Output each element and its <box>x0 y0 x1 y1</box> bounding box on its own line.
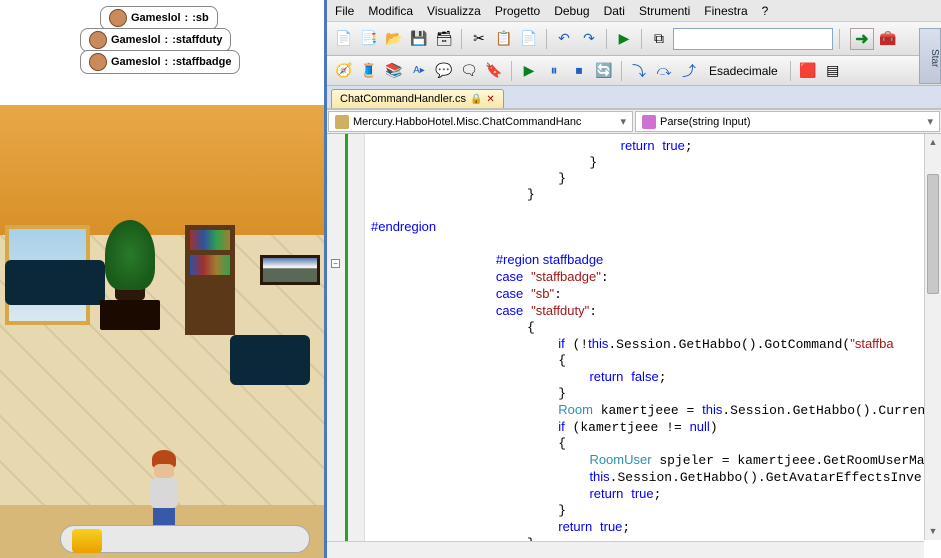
scroll-up-icon[interactable]: ▲ <box>925 134 941 151</box>
game-room[interactable] <box>0 105 324 505</box>
separator <box>621 61 622 81</box>
open-icon[interactable]: 📂 <box>383 28 405 50</box>
outline-collapse-icon[interactable]: − <box>331 259 340 268</box>
menu-file[interactable]: File <box>335 4 354 18</box>
chat-bubble: Gameslol: :staffbadge <box>80 50 240 74</box>
az-sort-icon[interactable]: A▸ <box>408 60 430 82</box>
pause-icon[interactable]: ⏸ <box>543 60 565 82</box>
redo-icon[interactable]: ↷ <box>578 28 600 50</box>
solution-config-icon[interactable]: ⧉ <box>648 28 670 50</box>
menubar: File Modifica Visualizza Progetto Debug … <box>327 0 941 22</box>
method-dropdown[interactable]: Parse(string Input) <box>635 111 940 132</box>
code-editor[interactable]: − return true; } } } #endregion #region … <box>327 134 941 558</box>
separator <box>461 29 462 49</box>
side-panel-tab[interactable]: Star <box>919 28 941 84</box>
avatar-head-icon <box>89 31 107 49</box>
picture-furniture <box>260 255 320 285</box>
nav-bar: Mercury.HabboHotel.Misc.ChatCommandHanc … <box>327 110 941 134</box>
chat-user: Gameslol <box>111 34 161 46</box>
step-over-icon[interactable]: ⤼ <box>653 60 675 82</box>
scroll-down-icon[interactable]: ▼ <box>925 523 941 540</box>
code-content[interactable]: return true; } } } #endregion #region st… <box>365 134 941 558</box>
sofa-furniture <box>5 260 105 305</box>
vertical-scrollbar[interactable]: ▲ ▼ <box>924 134 941 540</box>
save-all-icon[interactable]: 🗃 <box>433 28 455 50</box>
menu-debug[interactable]: Debug <box>554 4 589 18</box>
cut-icon[interactable]: ✂ <box>468 28 490 50</box>
player-avatar[interactable] <box>145 450 183 525</box>
chat-user: Gameslol <box>131 12 181 24</box>
thread-icon[interactable]: 🧵 <box>358 60 380 82</box>
new-project-icon[interactable]: 📄 <box>333 28 355 50</box>
table-furniture <box>100 300 160 330</box>
toolbar-debug: 🧭 🧵 📚 A▸ 💬 🗨 🔖 ▶ ⏸ ⏹ 🔄 ⤵ ⤼ ⤴ Esadecimale… <box>327 56 941 86</box>
comment-icon[interactable]: 💬 <box>433 60 455 82</box>
menu-window[interactable]: Finestra <box>704 4 747 18</box>
stack-icon[interactable]: 📚 <box>383 60 405 82</box>
sofa2-furniture <box>230 335 310 385</box>
add-item-icon[interactable]: 📑 <box>358 28 380 50</box>
menu-project[interactable]: Progetto <box>495 4 540 18</box>
restart-icon[interactable]: 🔄 <box>593 60 615 82</box>
avatar-head-icon <box>109 9 127 27</box>
horizontal-scrollbar[interactable] <box>327 541 924 558</box>
separator <box>839 29 840 49</box>
class-icon <box>335 115 349 129</box>
class-name: Mercury.HabboHotel.Misc.ChatCommandHanc <box>353 116 581 128</box>
menu-view[interactable]: Visualizza <box>427 4 481 18</box>
plant-furniture <box>100 220 150 300</box>
class-dropdown[interactable]: Mercury.HabboHotel.Misc.ChatCommandHanc <box>328 111 633 132</box>
separator <box>546 29 547 49</box>
toolbox-icon[interactable]: 🧰 <box>877 28 899 50</box>
toolbar-main: 📄 📑 📂 💾 🗃 ✂ 📋 📄 ↶ ↷ ▶ ⧉ ➜ 🧰 <box>327 22 941 56</box>
chat-user: Gameslol <box>111 56 161 68</box>
tab-filename: ChatCommandHandler.cs <box>340 93 466 105</box>
start-debug-icon[interactable]: ▶ <box>613 28 635 50</box>
chat-bubble: Gameslol: :staffduty <box>80 28 231 52</box>
menu-edit[interactable]: Modifica <box>368 4 413 18</box>
paste-icon[interactable]: 📄 <box>518 28 540 50</box>
breakpoints-icon[interactable]: 🟥 <box>797 60 819 82</box>
document-tab[interactable]: ChatCommandHandler.cs 🔒 ✕ <box>331 89 504 108</box>
chat-msg: :sb <box>192 12 209 24</box>
copy-icon[interactable]: 📋 <box>493 28 515 50</box>
stop-icon[interactable]: ⏹ <box>568 60 590 82</box>
room-wall <box>0 105 324 235</box>
bookmark-icon[interactable]: 🔖 <box>483 60 505 82</box>
method-name: Parse(string Input) <box>660 116 750 128</box>
change-margin <box>345 134 348 558</box>
editor-gutter: − <box>327 134 365 558</box>
uncomment-icon[interactable]: 🗨 <box>458 60 480 82</box>
document-tab-bar: ChatCommandHandler.cs 🔒 ✕ <box>327 86 941 110</box>
undo-icon[interactable]: ↶ <box>553 28 575 50</box>
method-icon <box>642 115 656 129</box>
separator <box>790 61 791 81</box>
chat-msg: :staffduty <box>172 34 222 46</box>
scrollbar-thumb[interactable] <box>927 174 939 294</box>
step-out-icon[interactable]: ⤴ <box>678 60 700 82</box>
save-icon[interactable]: 💾 <box>408 28 430 50</box>
menu-help[interactable]: ? <box>762 4 769 18</box>
go-button[interactable]: ➜ <box>850 28 874 50</box>
chat-msg: :staffbadge <box>172 56 231 68</box>
output-icon[interactable]: ▤ <box>822 60 844 82</box>
hex-label[interactable]: Esadecimale <box>703 64 784 78</box>
menu-data[interactable]: Dati <box>604 4 625 18</box>
menu-tools[interactable]: Strumenti <box>639 4 690 18</box>
chat-bubble: Gameslol: :sb <box>100 6 218 30</box>
play-icon[interactable]: ▶ <box>518 60 540 82</box>
bookshelf-furniture <box>185 225 235 335</box>
process-icon[interactable]: 🧭 <box>333 60 355 82</box>
separator <box>606 29 607 49</box>
separator <box>641 29 642 49</box>
avatar-head-icon <box>89 53 107 71</box>
find-input[interactable] <box>673 28 833 50</box>
step-into-icon[interactable]: ⤵ <box>628 60 650 82</box>
close-icon[interactable]: ✕ <box>486 94 494 105</box>
separator <box>511 61 512 81</box>
game-viewport: Gameslol: :sb Gameslol: :staffduty Games… <box>0 0 324 558</box>
ide-window: File Modifica Visualizza Progetto Debug … <box>324 0 941 558</box>
lock-icon: 🔒 <box>470 94 482 105</box>
chat-style-toggle[interactable] <box>72 529 102 553</box>
